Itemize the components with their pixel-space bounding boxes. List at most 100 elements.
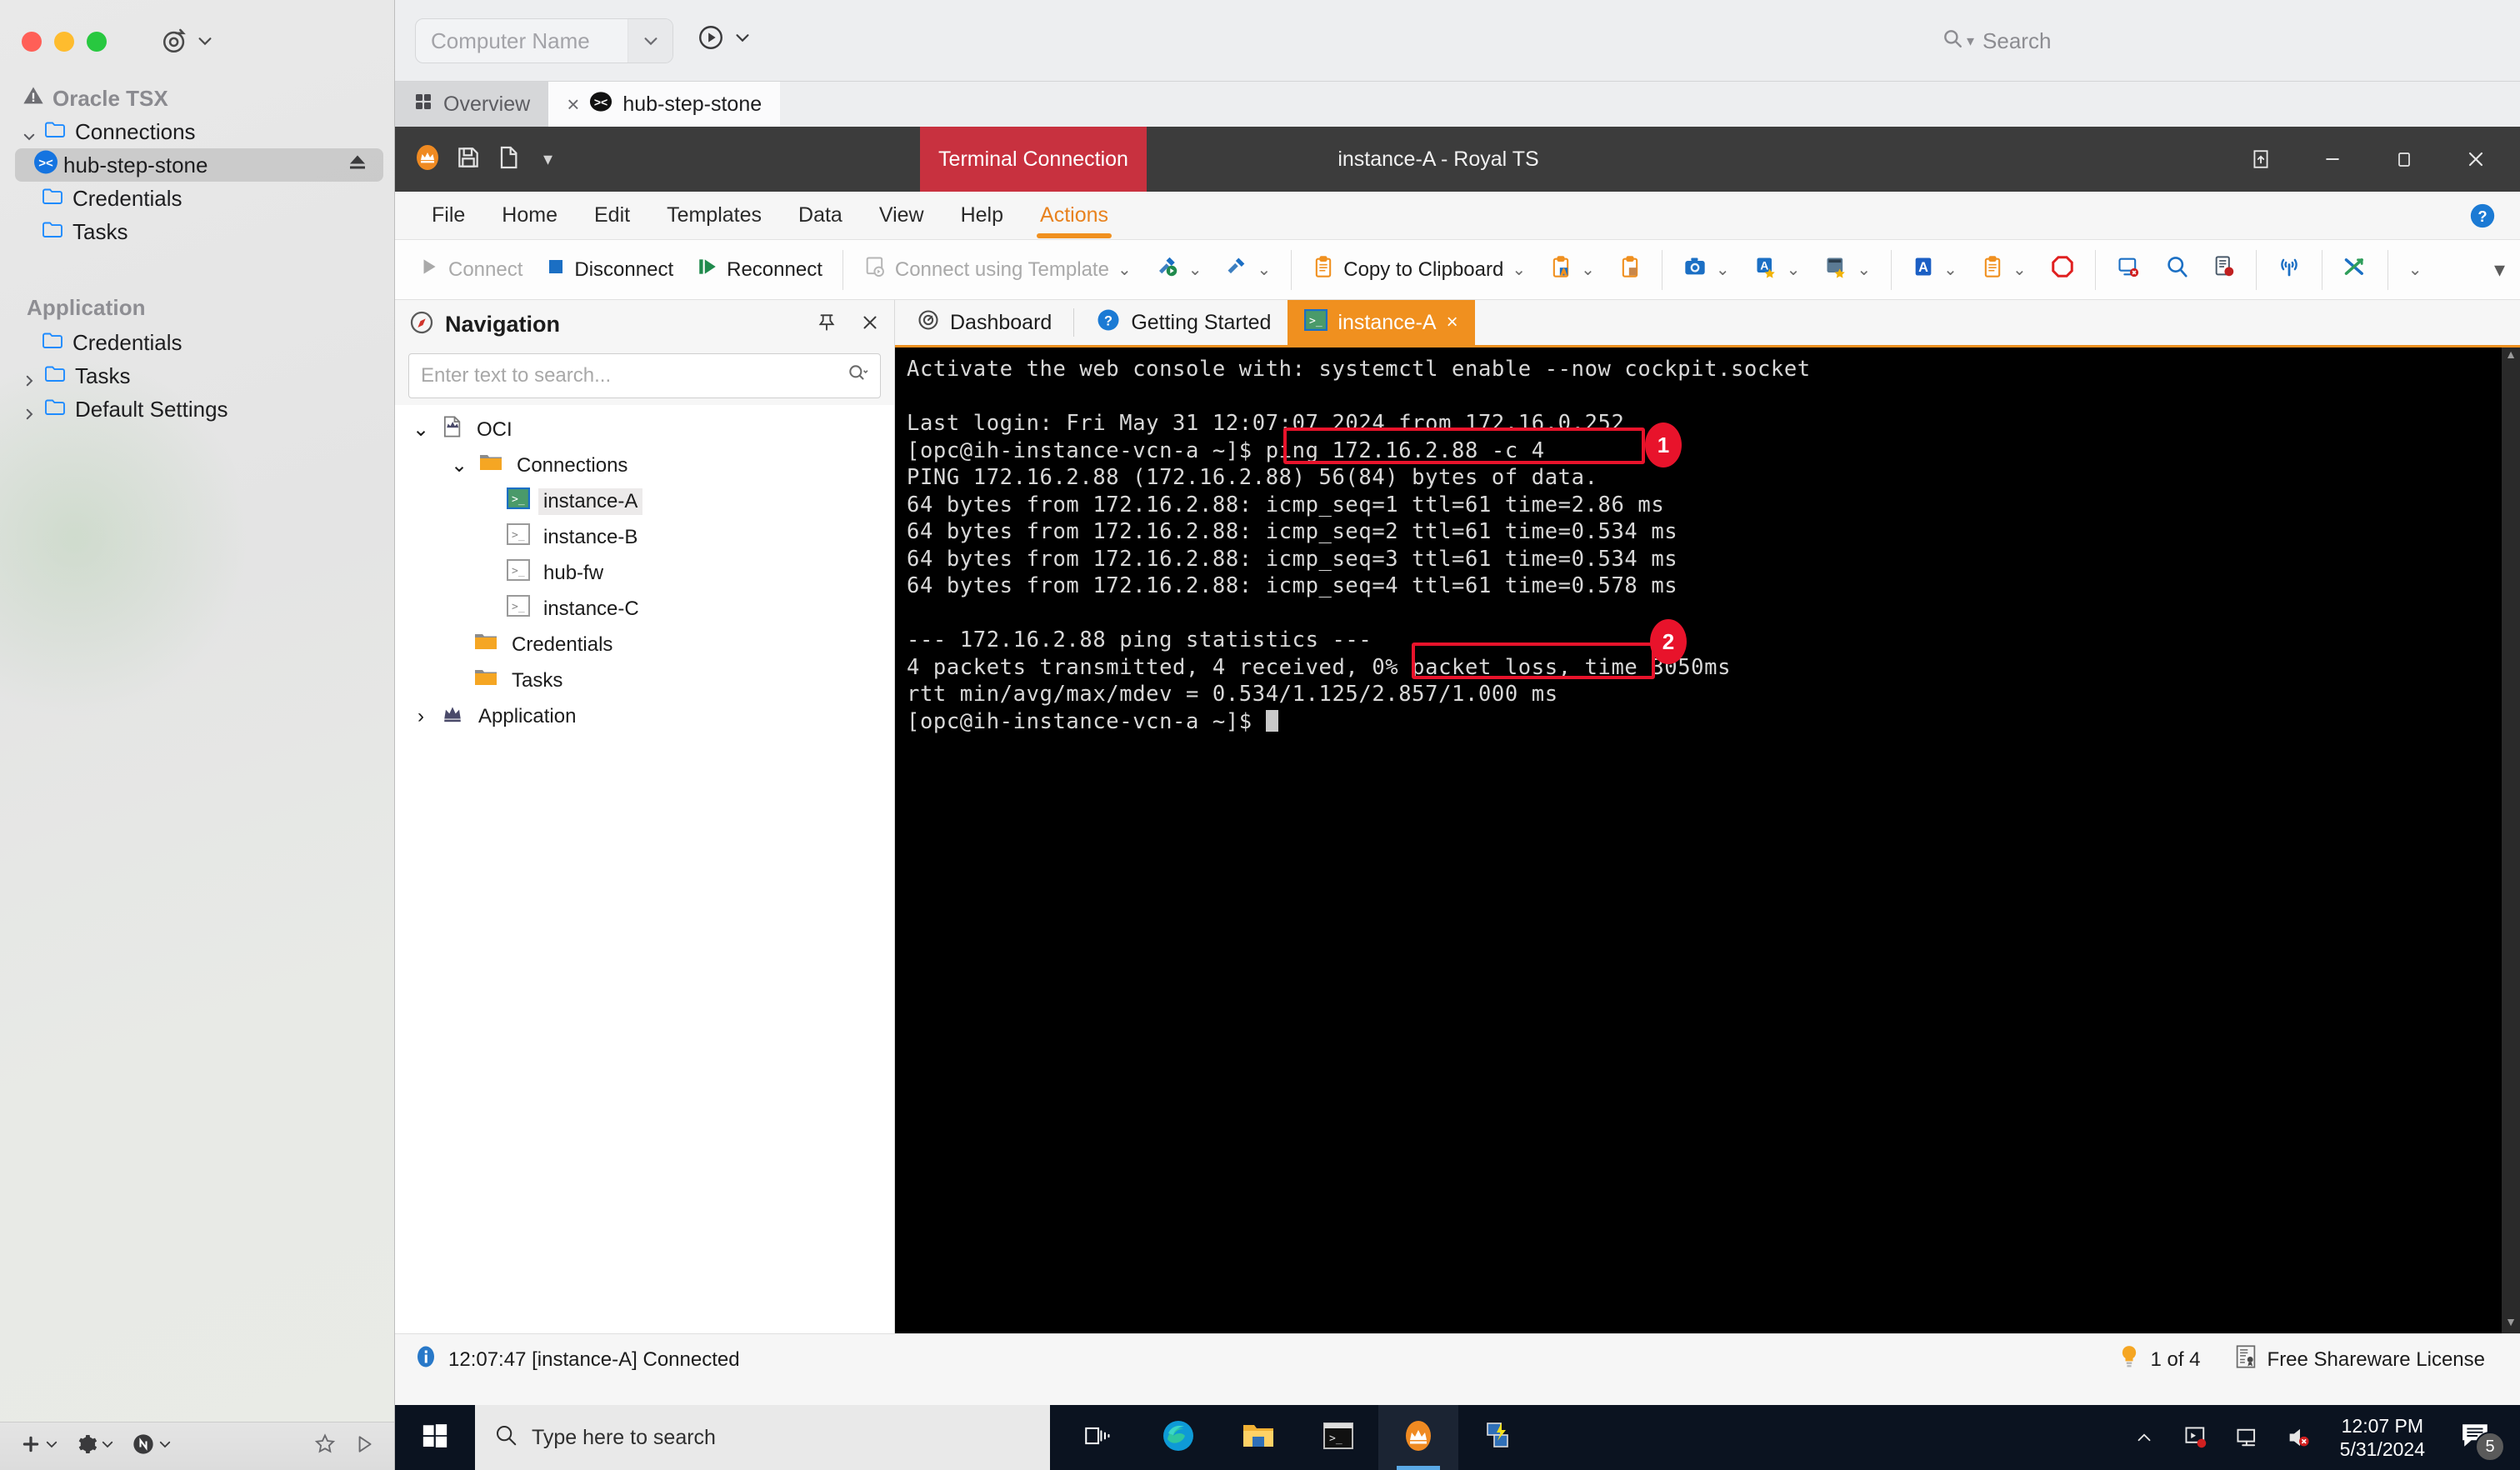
chevron-down-icon[interactable]: ⌄ (1118, 259, 1132, 280)
volume-muted-tray-icon[interactable] (2273, 1405, 2325, 1470)
menu-templates[interactable]: Templates (648, 192, 780, 240)
ribbon-screenshot-button[interactable]: ⌄ (1671, 247, 1742, 293)
close-window-button[interactable] (22, 32, 42, 52)
twisty-down-icon[interactable]: ⌄ (448, 453, 470, 478)
ribbon-broadcast-button[interactable] (2265, 247, 2313, 293)
ribbon-shuffle-button[interactable] (2331, 247, 2379, 293)
chevron-down-icon[interactable] (22, 124, 37, 141)
ribbon-more-button[interactable]: ⌄ (2397, 247, 2434, 293)
chevron-right-icon[interactable] (22, 368, 37, 387)
eject-icon[interactable] (347, 152, 368, 178)
customize-caret-icon[interactable]: ▾ (535, 148, 552, 170)
target-toolbar-button[interactable] (161, 27, 214, 55)
chevron-down-icon[interactable] (733, 28, 752, 51)
add-button[interactable] (13, 1433, 66, 1459)
tree-item-oci[interactable]: ⌄ OCI (395, 412, 894, 448)
tree-item-hub-fw[interactable]: >_ hub-fw (395, 555, 894, 591)
scroll-up-arrow[interactable]: ▲ (2502, 348, 2520, 366)
close-icon[interactable]: × (1447, 311, 1458, 334)
tree-item-tasks[interactable]: Tasks (395, 662, 894, 698)
taskbar-royalts-button[interactable] (1378, 1405, 1458, 1470)
computer-name-combobox[interactable]: Computer Name (415, 18, 673, 63)
tab-overview[interactable]: Overview (395, 82, 549, 127)
taskbar-search-box[interactable]: Type here to search (475, 1405, 1050, 1470)
close-icon[interactable]: × (567, 92, 579, 118)
help-icon[interactable]: ? (2468, 202, 2497, 234)
session-tab-dashboard[interactable]: Dashboard (900, 300, 1068, 345)
maximize-icon[interactable] (2368, 127, 2440, 192)
tab-hub-step-stone[interactable]: × >< hub-step-stone (548, 82, 781, 127)
chevron-down-icon[interactable]: ⌄ (1716, 259, 1730, 280)
tree-item-application[interactable]: › Application (395, 698, 894, 734)
ribbon-find-button[interactable] (2152, 247, 2201, 293)
chevron-down-icon[interactable] (196, 32, 214, 50)
connect-play-button[interactable] (697, 23, 752, 56)
sidebar-item-hub-step-stone[interactable]: >< hub-step-stone (15, 148, 383, 182)
ribbon-reconnect-button[interactable]: Reconnect (685, 247, 834, 293)
search-dropdown-caret[interactable]: ▾ (1967, 32, 1974, 50)
taskbar-clock[interactable]: 12:07 PM 5/31/2024 (2325, 1414, 2440, 1461)
chevron-down-icon[interactable]: ⌄ (2012, 259, 2027, 280)
ribbon-stop-button[interactable] (2038, 247, 2087, 293)
terminal-output[interactable]: Activate the web console with: systemctl… (895, 345, 2520, 1333)
search-dropdown-icon[interactable] (847, 362, 868, 390)
zoom-window-button[interactable] (87, 32, 107, 52)
twisty-down-icon[interactable]: ⌄ (410, 418, 432, 442)
chevron-down-icon[interactable]: ⌄ (1512, 259, 1526, 280)
ribbon-key-sequence-button[interactable]: ⌄ (1812, 247, 1882, 293)
tree-item-instance-b[interactable]: >_ instance-B (395, 519, 894, 555)
status-license[interactable]: Free Shareware License (2234, 1344, 2485, 1375)
taskbar-remote-tool-button[interactable] (1458, 1405, 1538, 1470)
menu-help[interactable]: Help (942, 192, 1022, 240)
new-document-icon[interactable] (495, 144, 522, 175)
screen-record-tray-icon[interactable] (2170, 1405, 2222, 1470)
ribbon-connect-using-template-button[interactable]: Connect using Template ⌄ (852, 247, 1143, 293)
ribbon-copy-image-button[interactable] (1607, 247, 1653, 293)
tree-item-connections[interactable]: ⌄ Connections (395, 448, 894, 483)
ribbon-copy-text-button[interactable]: A ⌄ (1538, 247, 1607, 293)
ribbon-run-tool-button[interactable]: ⌄ (1143, 247, 1214, 293)
sidebar-app-default-settings[interactable]: Default Settings (0, 392, 394, 426)
menu-actions[interactable]: Actions (1022, 192, 1127, 240)
taskbar-file-explorer-button[interactable] (1218, 1405, 1298, 1470)
ribbon-tools-button[interactable]: ⌄ (1213, 247, 1282, 293)
task-view-button[interactable] (1058, 1405, 1138, 1470)
sidebar-app-credentials[interactable]: Credentials (0, 326, 394, 359)
scroll-down-arrow[interactable]: ▼ (2502, 1315, 2520, 1333)
chevron-down-icon[interactable]: ⌄ (1787, 259, 1801, 280)
save-icon[interactable] (455, 144, 482, 175)
chevron-down-icon[interactable]: ⌄ (1943, 259, 1958, 280)
chevron-down-icon[interactable] (628, 19, 672, 62)
sidebar-root-oracle-tsx[interactable]: Oracle TSX (0, 82, 394, 115)
session-tab-instance-a[interactable]: >_ instance-A × (1288, 300, 1475, 345)
sidebar-item-tasks[interactable]: Tasks (0, 215, 394, 248)
play-button[interactable] (347, 1433, 382, 1459)
taskbar-edge-button[interactable] (1138, 1405, 1218, 1470)
sidebar-item-credentials[interactable]: Credentials (0, 182, 394, 215)
sidebar-item-connections[interactable]: Connections (0, 115, 394, 148)
window-traffic-lights[interactable] (22, 32, 107, 52)
ribbon-paste-button[interactable]: ⌄ (1969, 247, 2038, 293)
taskbar-terminal-button[interactable]: >_ (1298, 1405, 1378, 1470)
chevron-down-icon[interactable]: ⌄ (2408, 259, 2422, 280)
tree-item-instance-a[interactable]: >_ instance-A (395, 483, 894, 519)
restore-ribbon-icon[interactable] (2225, 127, 2297, 192)
minimize-icon[interactable] (2297, 127, 2368, 192)
windows-start-button[interactable] (395, 1405, 475, 1470)
search-field[interactable]: ▾ Search (1930, 20, 2497, 62)
menu-edit[interactable]: Edit (576, 192, 648, 240)
twisty-right-icon[interactable]: › (410, 705, 432, 728)
menu-data[interactable]: Data (780, 192, 861, 240)
close-icon[interactable] (848, 312, 881, 338)
chevron-down-icon[interactable]: ⌄ (1188, 259, 1202, 280)
chevron-right-icon[interactable] (22, 402, 37, 420)
notification-center-button[interactable]: 5 (2440, 1405, 2512, 1470)
menu-view[interactable]: View (861, 192, 942, 240)
chevron-down-icon[interactable]: ⌄ (1857, 259, 1871, 280)
session-tab-getting-started[interactable]: ? Getting Started (1079, 300, 1288, 345)
close-icon[interactable] (2440, 127, 2512, 192)
navigation-search-input[interactable]: Enter text to search... (408, 353, 881, 398)
ribbon-copy-to-clipboard-button[interactable]: Copy to Clipboard ⌄ (1300, 247, 1538, 293)
ribbon-connect-button[interactable]: Connect (407, 247, 534, 293)
network-tray-icon[interactable] (2222, 1405, 2273, 1470)
